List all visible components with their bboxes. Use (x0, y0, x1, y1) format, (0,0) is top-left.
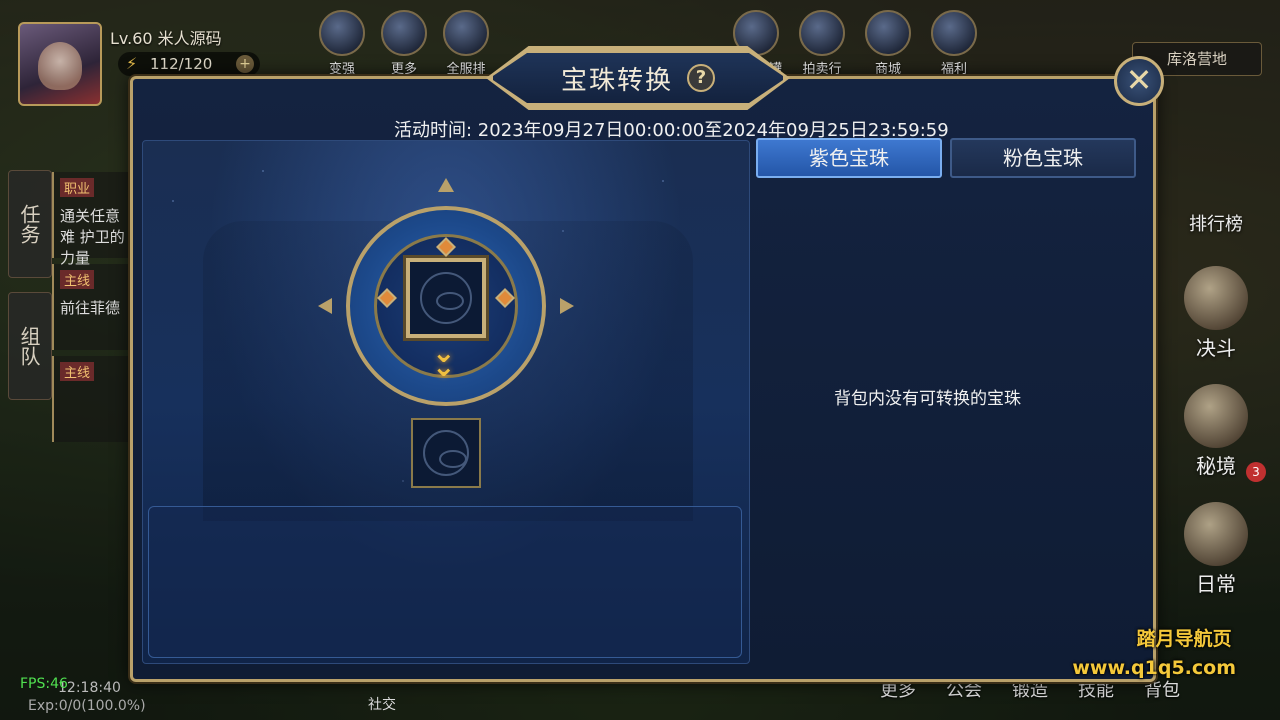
bolt-icon: ⚡ (126, 54, 138, 73)
scroll-icon (1184, 502, 1248, 566)
dialog-title-bar: 宝珠转换 ? (490, 50, 786, 106)
help-icon[interactable]: ? (687, 64, 715, 92)
menu-label: 更多 (390, 62, 417, 77)
daily-badge: 3 (1246, 462, 1266, 482)
watermark-line2: www.q1q5.com (1072, 657, 1236, 679)
menu-more[interactable]: 更多 (378, 10, 430, 77)
welfare-icon (931, 10, 977, 56)
menu-shop[interactable]: 商城 (862, 10, 914, 77)
menu-label: 秘境 (1196, 454, 1236, 478)
chevron-down-icon: ⌄ ⌄ (432, 336, 456, 383)
menu-label: 变强 (328, 62, 355, 77)
empty-message: 背包内没有可转换的宝珠 (834, 389, 1021, 409)
fps-counter: FPS:46 (20, 676, 68, 692)
quest-text: 前往菲德 (60, 299, 121, 317)
exp-readout: Exp:0/0(100.0%) (28, 698, 146, 714)
pointer-decoration (560, 298, 574, 314)
info-box (148, 506, 742, 658)
left-tabs: 任务 组队 (8, 170, 52, 414)
dragon-head-icon (1184, 384, 1248, 448)
input-pearl-slot[interactable] (406, 258, 486, 338)
tab-purple-pearl[interactable]: 紫色宝珠 (756, 138, 942, 178)
energy-bar: ⚡ 112/120 + (118, 52, 260, 76)
player-level-name: Lv.60 米人源码 (110, 29, 222, 48)
menu-daily[interactable]: 日常 (1176, 502, 1256, 612)
dialog-title: 宝珠转换 (560, 65, 673, 96)
strengthen-icon (319, 10, 365, 56)
quest-tag: 主线 (60, 270, 95, 289)
menu-label: 日常 (1196, 572, 1236, 596)
tab-team[interactable]: 组队 (8, 292, 52, 400)
pearl-placeholder-icon (420, 272, 472, 324)
more-icon (381, 10, 427, 56)
right-menu: 排行榜 决斗 秘境 日常 (1176, 210, 1256, 612)
menu-strengthen[interactable]: 变强 (316, 10, 368, 77)
quest-item[interactable]: 职业通关任意难 护卫的力量 (52, 172, 132, 267)
watermark: 踏月导航页 www.q1q5.com (1072, 624, 1236, 679)
quest-text: 通关任意难 护卫的力量 (60, 207, 125, 267)
conversion-medallion: ⌄ ⌄ (318, 178, 574, 434)
pointer-decoration (318, 298, 332, 314)
menu-label: 决斗 (1196, 336, 1236, 360)
top-menu: 变强 更多 全服排 (316, 10, 492, 77)
rank-icon (443, 10, 489, 56)
menu-auction[interactable]: 拍卖行 (796, 10, 848, 77)
menu-label: 商城 (874, 62, 901, 77)
menu-welfare[interactable]: 福利 (928, 10, 980, 77)
menu-label: 全服排 (446, 62, 486, 77)
menu-server-rank[interactable]: 全服排 (440, 10, 492, 77)
quest-tag: 主线 (60, 362, 95, 381)
quest-list: 职业 通关任意难 护卫的力量 主线 前往菲德 主线 (52, 172, 132, 448)
output-pearl-slot[interactable] (411, 418, 481, 488)
quest-item[interactable]: 主线 (52, 356, 132, 442)
menu-label: 排行榜 (1189, 214, 1243, 235)
menu-secret-realm[interactable]: 秘境 (1176, 384, 1256, 494)
tab-pink-pearl[interactable]: 粉色宝珠 (950, 138, 1136, 178)
pointer-decoration (438, 178, 454, 192)
menu-label: 拍卖行 (802, 62, 842, 77)
quest-tag: 职业 (60, 178, 95, 197)
menu-label: 福利 (940, 62, 967, 77)
social-button[interactable]: 社交 (368, 694, 396, 714)
auction-icon (799, 10, 845, 56)
crossed-swords-icon (1184, 266, 1248, 330)
close-button[interactable]: ✕ (1114, 56, 1164, 106)
quest-item[interactable]: 主线 前往菲德 (52, 264, 132, 350)
player-avatar[interactable] (18, 22, 102, 106)
shop-icon (865, 10, 911, 56)
energy-value: 112/120 (150, 55, 213, 73)
watermark-line1: 踏月导航页 (1136, 628, 1232, 650)
add-energy-button[interactable]: + (236, 55, 254, 73)
menu-duel[interactable]: 决斗 (1176, 266, 1256, 376)
pearl-placeholder-icon (423, 430, 469, 476)
tab-tasks[interactable]: 任务 (8, 170, 52, 278)
menu-rank[interactable]: 排行榜 (1176, 210, 1256, 258)
